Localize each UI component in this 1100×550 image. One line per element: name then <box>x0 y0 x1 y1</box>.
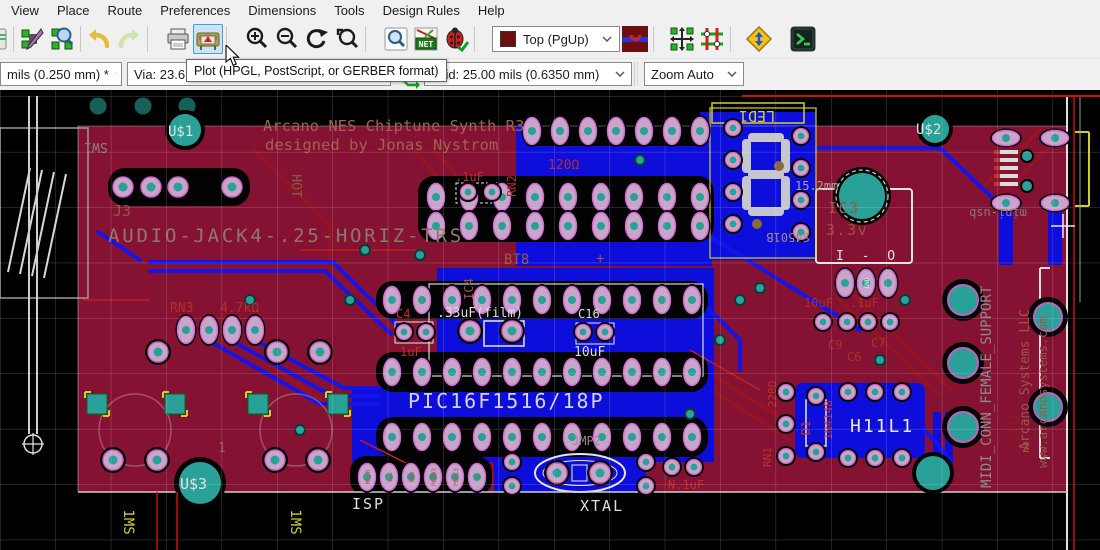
zoom-in-button[interactable] <box>242 24 272 54</box>
menu-view[interactable]: View <box>2 1 48 20</box>
zoom-out-button[interactable] <box>272 24 302 54</box>
edit-footprints-button[interactable] <box>17 24 47 54</box>
redraw-button[interactable] <box>302 24 332 54</box>
main-toolbar: NET Top (PgUp) <box>0 20 1100 58</box>
zoom-fit-button[interactable] <box>332 24 362 54</box>
canvas-grid <box>0 90 1100 550</box>
zoom-select[interactable]: Zoom Auto <box>644 62 744 86</box>
undo-button[interactable] <box>84 24 114 54</box>
move-footprint-icon <box>669 26 695 52</box>
refresh-icon <box>304 26 330 52</box>
move-footprint-button[interactable] <box>667 24 697 54</box>
zoom-value: Zoom Auto <box>651 67 714 82</box>
footprint-magnifier-icon <box>49 26 75 52</box>
ratsnest-button[interactable] <box>697 24 727 54</box>
track-width-value: mils (0.250 mm) * <box>7 67 109 82</box>
menu-help[interactable]: Help <box>469 1 514 20</box>
terminal-icon <box>790 26 816 52</box>
layer-select-value: Top (PgUp) <box>523 32 589 47</box>
zoom-out-icon <box>274 26 300 52</box>
menu-dimensions[interactable]: Dimensions <box>239 1 325 20</box>
menu-design-rules[interactable]: Design Rules <box>374 1 469 20</box>
menu-preferences[interactable]: Preferences <box>151 1 239 20</box>
swap-layer-button[interactable] <box>744 24 774 54</box>
grid-select[interactable]: Grid: 25.00 mils (0.6350 mm) <box>424 62 632 86</box>
scripting-console-button[interactable] <box>788 24 818 54</box>
printer-icon <box>165 26 191 52</box>
menu-tools[interactable]: Tools <box>325 1 373 20</box>
redo-icon <box>116 26 142 52</box>
menu-place[interactable]: Place <box>48 1 99 20</box>
zoom-fit-icon <box>334 26 360 52</box>
ladybug-icon <box>443 26 469 52</box>
chevron-down-icon <box>602 36 612 42</box>
clipped-icon[interactable] <box>0 24 10 54</box>
chevron-down-icon <box>109 71 115 77</box>
pcb-canvas[interactable]: Arcano NES Chiptune Synth R3 designed by… <box>0 90 1100 550</box>
drc-button[interactable] <box>441 24 471 54</box>
plot-button[interactable] <box>193 24 223 54</box>
redo-button[interactable] <box>114 24 144 54</box>
layer-color-swatch <box>500 31 516 47</box>
menu-route[interactable]: Route <box>98 1 151 20</box>
chevron-down-icon <box>609 71 625 77</box>
plotter-icon <box>195 26 221 52</box>
ratsnest-icon <box>699 26 725 52</box>
browse-footprints-button[interactable] <box>47 24 77 54</box>
track-width-select[interactable]: mils (0.250 mm) * <box>0 62 122 86</box>
via-track-icon <box>622 26 648 52</box>
undo-icon <box>86 26 112 52</box>
find-button[interactable] <box>381 24 411 54</box>
swap-diamond-icon <box>746 26 772 52</box>
pcb-board: Arcano NES Chiptune Synth R3 designed by… <box>0 90 1100 550</box>
layer-select[interactable]: Top (PgUp) <box>492 26 620 52</box>
menubar: View Place Route Preferences Dimensions … <box>0 0 1100 20</box>
via-display-button[interactable] <box>620 24 650 54</box>
print-button[interactable] <box>163 24 193 54</box>
mouse-cursor <box>225 45 241 67</box>
footprint-pencil-icon <box>19 26 45 52</box>
netlist-icon: NET <box>413 26 439 52</box>
aux-toolbar: mils (0.250 mm) * Via: 23.6 mils (0.60 G… <box>0 58 1100 91</box>
chevron-down-icon <box>721 71 737 77</box>
netlist-label: NET <box>419 40 434 49</box>
netlist-button[interactable]: NET <box>411 24 441 54</box>
search-icon <box>383 26 409 52</box>
zoom-in-icon <box>244 26 270 52</box>
pcb-editor-window: View Place Route Preferences Dimensions … <box>0 0 1100 550</box>
grid-value: Grid: 25.00 mils (0.6350 mm) <box>431 67 599 82</box>
